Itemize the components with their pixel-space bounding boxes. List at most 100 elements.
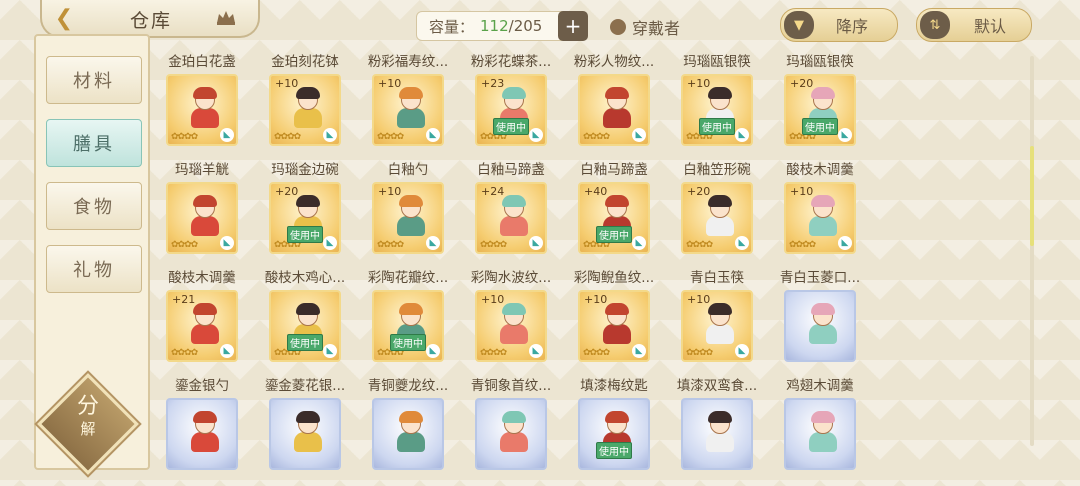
item-cell[interactable]: 鎏金菱花银... bbox=[253, 374, 357, 482]
item-card[interactable]: ✿✿✿✿ ◣ bbox=[578, 74, 650, 146]
item-cell[interactable]: 白釉马蹄盏 +24 ✿✿✿✿ ◣ bbox=[459, 158, 563, 266]
character-portrait-icon bbox=[394, 87, 428, 128]
item-card[interactable] bbox=[269, 398, 341, 470]
capacity-display: 容量： 112 /205 + bbox=[416, 11, 588, 41]
scrollbar[interactable] bbox=[1030, 56, 1034, 446]
item-card[interactable]: +21 ✿✿✿✿ ◣ bbox=[166, 290, 238, 362]
item-card[interactable]: +24 ✿✿✿✿ ◣ bbox=[475, 182, 547, 254]
item-cell[interactable]: 彩陶花瓣纹... ✿✿✿✿ ◣ 使用中 bbox=[356, 266, 460, 374]
item-cell[interactable]: 鎏金银勺 bbox=[150, 374, 254, 482]
item-card[interactable]: ✿✿✿✿ ◣ 使用中 bbox=[372, 290, 444, 362]
sort-order-icon: ▼ bbox=[784, 11, 814, 39]
character-portrait-icon bbox=[497, 195, 531, 236]
item-card[interactable]: ✿✿✿✿ ◣ 使用中 bbox=[269, 290, 341, 362]
character-portrait-icon bbox=[188, 195, 222, 236]
item-cell[interactable]: 青铜夔龙纹... bbox=[356, 374, 460, 482]
item-cell[interactable]: 玛瑙瓯银筷 +10 ✿✿✿✿ ◣ 使用中 bbox=[665, 50, 769, 158]
quality-stars-icon: ✿✿✿✿ bbox=[686, 240, 713, 250]
item-cell[interactable]: 青白玉菱口... bbox=[768, 266, 872, 374]
item-card[interactable]: +23 ✿✿✿✿ ◣ 使用中 bbox=[475, 74, 547, 146]
in-use-badge: 使用中 bbox=[287, 334, 323, 351]
item-card[interactable] bbox=[784, 398, 856, 470]
tab-gifts[interactable]: 礼物 bbox=[46, 245, 142, 293]
utensil-type-icon: ◣ bbox=[632, 344, 646, 358]
quality-stars-icon: ✿✿✿✿ bbox=[480, 348, 507, 358]
item-cell[interactable]: 酸枝木调羹 +10 ✿✿✿✿ ◣ bbox=[768, 158, 872, 266]
item-cell[interactable]: 填漆梅纹匙 使用中 bbox=[562, 374, 666, 482]
wearer-radio[interactable] bbox=[610, 19, 626, 35]
item-level: +10 bbox=[790, 185, 814, 198]
item-cell[interactable]: 青白玉筷 +10 ✿✿✿✿ ◣ bbox=[665, 266, 769, 374]
quality-stars-icon: ✿✿✿✿ bbox=[274, 132, 301, 142]
item-cell[interactable]: 粉彩福寿纹... +10 ✿✿✿✿ ◣ bbox=[356, 50, 460, 158]
item-cell[interactable]: 粉彩花蝶茶... +23 ✿✿✿✿ ◣ 使用中 bbox=[459, 50, 563, 158]
character-portrait-icon bbox=[188, 411, 222, 452]
item-card[interactable]: ✿✿✿✿ ◣ bbox=[166, 74, 238, 146]
item-cell[interactable]: 酸枝木鸡心... ✿✿✿✿ ◣ 使用中 bbox=[253, 266, 357, 374]
item-cell[interactable]: 白釉马蹄盏 +40 ✿✿✿✿ ◣ 使用中 bbox=[562, 158, 666, 266]
character-portrait-icon bbox=[806, 303, 840, 344]
tab-materials[interactable]: 材料 bbox=[46, 56, 142, 104]
item-level: +10 bbox=[687, 77, 711, 90]
item-cell[interactable]: 金珀刻花钵 +10 ✿✿✿✿ ◣ bbox=[253, 50, 357, 158]
back-icon[interactable]: ❮ bbox=[44, 3, 84, 33]
item-cell[interactable]: 填漆双鸾食... bbox=[665, 374, 769, 482]
item-card[interactable]: +10 ✿✿✿✿ ◣ bbox=[269, 74, 341, 146]
item-cell[interactable]: 白釉笠形碗 +20 ✿✿✿✿ ◣ bbox=[665, 158, 769, 266]
item-card[interactable] bbox=[784, 290, 856, 362]
item-cell[interactable]: 彩陶鲵鱼纹... +10 ✿✿✿✿ ◣ bbox=[562, 266, 666, 374]
item-card[interactable] bbox=[681, 398, 753, 470]
item-card[interactable]: +10 ✿✿✿✿ ◣ bbox=[578, 290, 650, 362]
item-cell[interactable]: 粉彩人物纹... ✿✿✿✿ ◣ bbox=[562, 50, 666, 158]
utensil-type-icon: ◣ bbox=[632, 128, 646, 142]
character-portrait-icon bbox=[600, 87, 634, 128]
item-card[interactable] bbox=[166, 398, 238, 470]
utensil-type-icon: ◣ bbox=[632, 236, 646, 250]
item-cell[interactable]: 青铜象首纹... bbox=[459, 374, 563, 482]
expand-capacity-button[interactable]: + bbox=[558, 11, 588, 41]
item-card[interactable]: +10 ✿✿✿✿ ◣ bbox=[372, 182, 444, 254]
item-card[interactable]: +10 ✿✿✿✿ ◣ bbox=[372, 74, 444, 146]
item-cell[interactable]: 玛瑙瓯银筷 +20 ✿✿✿✿ ◣ 使用中 bbox=[768, 50, 872, 158]
item-card[interactable] bbox=[372, 398, 444, 470]
character-portrait-icon bbox=[394, 411, 428, 452]
character-portrait-icon bbox=[497, 411, 531, 452]
item-card[interactable]: +10 ✿✿✿✿ ◣ bbox=[475, 290, 547, 362]
tab-food[interactable]: 食物 bbox=[46, 182, 142, 230]
item-card[interactable]: +10 ✿✿✿✿ ◣ 使用中 bbox=[681, 74, 753, 146]
item-cell[interactable]: 白釉勺 +10 ✿✿✿✿ ◣ bbox=[356, 158, 460, 266]
quality-stars-icon: ✿✿✿✿ bbox=[377, 240, 404, 250]
item-card[interactable]: +40 ✿✿✿✿ ◣ 使用中 bbox=[578, 182, 650, 254]
item-card[interactable]: +20 ✿✿✿✿ ◣ bbox=[681, 182, 753, 254]
item-card[interactable]: 使用中 bbox=[578, 398, 650, 470]
utensil-type-icon: ◣ bbox=[220, 236, 234, 250]
item-cell[interactable]: 玛瑙羊觥 ✿✿✿✿ ◣ bbox=[150, 158, 254, 266]
item-cell[interactable]: 鸡翅木调羹 bbox=[768, 374, 872, 482]
in-use-badge: 使用中 bbox=[287, 226, 323, 243]
capacity-label: 容量： bbox=[429, 17, 475, 36]
item-card[interactable]: ✿✿✿✿ ◣ bbox=[166, 182, 238, 254]
sort-default-button[interactable]: ⇅ 默认 bbox=[916, 8, 1032, 42]
character-portrait-icon bbox=[600, 303, 634, 344]
character-portrait-icon bbox=[188, 303, 222, 344]
sort-descending-button[interactable]: ▼ 降序 bbox=[780, 8, 898, 42]
item-cell[interactable]: 酸枝木调羹 +21 ✿✿✿✿ ◣ bbox=[150, 266, 254, 374]
item-level: +10 bbox=[481, 293, 505, 306]
wearer-filter[interactable]: 穿戴者 bbox=[610, 15, 680, 39]
item-card[interactable]: +20 ✿✿✿✿ ◣ 使用中 bbox=[784, 74, 856, 146]
in-use-badge: 使用中 bbox=[802, 118, 838, 135]
scrollbar-thumb[interactable] bbox=[1030, 146, 1034, 246]
item-card[interactable]: +20 ✿✿✿✿ ◣ 使用中 bbox=[269, 182, 341, 254]
capacity-total: /205 bbox=[508, 17, 543, 35]
quality-stars-icon: ✿✿✿✿ bbox=[583, 132, 610, 142]
item-cell[interactable]: 金珀白花盏 ✿✿✿✿ ◣ bbox=[150, 50, 254, 158]
tab-tableware[interactable]: 膳具 bbox=[46, 119, 142, 167]
item-card[interactable]: +10 ✿✿✿✿ ◣ bbox=[784, 182, 856, 254]
item-cell[interactable]: 彩陶水波纹... +10 ✿✿✿✿ ◣ bbox=[459, 266, 563, 374]
item-card[interactable] bbox=[475, 398, 547, 470]
item-cell[interactable]: 玛瑙金边碗 +20 ✿✿✿✿ ◣ 使用中 bbox=[253, 158, 357, 266]
sort-descending-label: 降序 bbox=[836, 17, 869, 36]
decompose-label-top: 分 bbox=[76, 394, 99, 419]
quality-stars-icon: ✿✿✿✿ bbox=[789, 240, 816, 250]
item-card[interactable]: +10 ✿✿✿✿ ◣ bbox=[681, 290, 753, 362]
